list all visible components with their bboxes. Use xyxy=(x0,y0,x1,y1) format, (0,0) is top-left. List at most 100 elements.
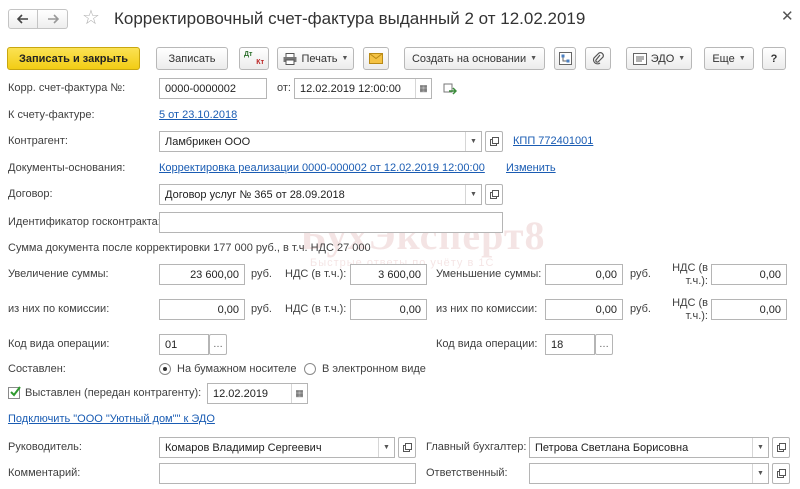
op-code-right-select-button[interactable]: … xyxy=(595,334,613,355)
change-link[interactable]: Изменить xyxy=(506,162,556,174)
commission-right-vat-label: НДС (в т.ч.): xyxy=(663,297,708,323)
arrow-pick-icon[interactable] xyxy=(443,83,457,95)
commission-vat-field[interactable]: 0,00 xyxy=(350,299,427,320)
decrease-vat-field[interactable]: 0,00 xyxy=(711,264,787,285)
structure-button[interactable] xyxy=(554,47,576,70)
commission-right-vat-field[interactable]: 0,00 xyxy=(711,299,787,320)
radio-paper[interactable] xyxy=(159,363,171,375)
kpp-link[interactable]: КПП 772401001 xyxy=(513,135,593,147)
save-and-close-button[interactable]: Записать и закрыть xyxy=(7,47,140,70)
commission-right-value-field[interactable]: 0,00 xyxy=(545,299,623,320)
increase-vat-field[interactable]: 3 600,00 xyxy=(350,264,427,285)
chief-accountant-label: Главный бухгалтер: xyxy=(426,441,527,453)
contractor-dropdown-icon[interactable]: ▼ xyxy=(465,132,481,151)
to-invoice-label: К счету-фактуре: xyxy=(8,109,95,121)
edo-icon xyxy=(632,52,647,65)
decrease-vat-label-line2: т.ч.): xyxy=(685,275,708,287)
contract-dropdown-icon[interactable]: ▼ xyxy=(465,185,481,204)
create-based-label: Создать на основании xyxy=(411,52,527,65)
open-form-icon xyxy=(402,443,412,452)
gov-contract-field[interactable] xyxy=(159,212,503,233)
op-code-right-field[interactable]: 18 xyxy=(545,334,595,355)
email-button[interactable] xyxy=(363,47,389,70)
director-field[interactable]: Комаров Владимир Сергеевич ▼ xyxy=(159,437,395,458)
contractor-open-button[interactable] xyxy=(485,131,503,152)
radio-paper-label: На бумажном носителе xyxy=(177,363,297,375)
radio-electronic-label: В электронном виде xyxy=(322,363,426,375)
base-docs-label: Документы-основания: xyxy=(8,162,126,174)
connect-edo-link[interactable]: Подключить "ООО "Уютный дом"" к ЭДО xyxy=(8,413,215,425)
save-button[interactable]: Записать xyxy=(156,47,228,70)
decrease-value-field[interactable]: 0,00 xyxy=(545,264,623,285)
gov-contract-label: Идентификатор госконтракта: xyxy=(8,216,161,228)
issued-checkbox[interactable] xyxy=(8,386,21,399)
director-dropdown-icon[interactable]: ▼ xyxy=(378,438,394,457)
forward-button[interactable] xyxy=(38,9,68,29)
chief-accountant-field[interactable]: Петрова Светлана Борисовна ▼ xyxy=(529,437,769,458)
favorite-star-icon[interactable]: ☆ xyxy=(82,7,100,29)
comment-field[interactable] xyxy=(159,463,416,484)
more-button[interactable]: Еще ▼ xyxy=(704,47,754,70)
commission-vat-label: НДС (в т.ч.): xyxy=(285,303,347,315)
chief-accountant-value: Петрова Светлана Борисовна xyxy=(535,441,689,454)
comment-label: Комментарий: xyxy=(8,467,81,479)
issued-calendar-icon[interactable]: ▦ xyxy=(291,384,307,403)
contract-field[interactable]: Договор услуг № 365 от 28.09.2018 ▼ xyxy=(159,184,482,205)
edo-button[interactable]: ЭДО ▼ xyxy=(626,47,692,70)
op-code-field[interactable]: 01 xyxy=(159,334,209,355)
chief-accountant-open-button[interactable] xyxy=(772,437,790,458)
responsible-label: Ответственный: xyxy=(426,467,508,479)
contract-label: Договор: xyxy=(8,188,53,200)
close-icon[interactable]: ✕ xyxy=(781,7,794,25)
responsible-open-button[interactable] xyxy=(772,463,790,484)
checkmark-icon xyxy=(10,386,21,397)
create-based-on-button[interactable]: Создать на основании ▼ xyxy=(404,47,545,70)
print-button[interactable]: Печать ▼ xyxy=(277,47,354,70)
calendar-icon[interactable]: ▦ xyxy=(415,79,431,98)
decrease-unit: руб. xyxy=(630,268,651,280)
date-from-field[interactable]: 12.02.2019 12:00:00 ▦ xyxy=(294,78,432,99)
printer-icon xyxy=(283,52,296,65)
director-label: Руководитель: xyxy=(8,441,82,453)
arrow-right-icon xyxy=(47,14,59,24)
open-form-icon xyxy=(776,443,786,452)
chief-accountant-dropdown-icon[interactable]: ▼ xyxy=(752,438,768,457)
corr-invoice-label: Корр. счет-фактура №: xyxy=(8,82,126,94)
sum-after-correction-text: Сумма документа после корректировки 177 … xyxy=(8,242,371,254)
issued-date-field[interactable]: 12.02.2019 ▦ xyxy=(207,383,308,404)
help-button[interactable]: ? xyxy=(762,47,786,70)
decrease-vat-label-line1: НДС (в xyxy=(672,262,708,274)
issued-label: Выставлен (передан контрагенту): xyxy=(25,387,202,399)
decrease-label: Уменьшение суммы: xyxy=(436,268,542,280)
contractor-field[interactable]: Ламбрикен ООО ▼ xyxy=(159,131,482,152)
contract-open-button[interactable] xyxy=(485,184,503,205)
date-from-value: 12.02.2019 12:00:00 xyxy=(300,82,401,95)
arrow-left-icon xyxy=(17,14,28,24)
window-title: Корректировочный счет-фактура выданный 2… xyxy=(114,9,586,28)
radio-electronic[interactable] xyxy=(304,363,316,375)
corr-invoice-number-field[interactable]: 0000-0000002 xyxy=(159,78,267,99)
commission-value-field[interactable]: 0,00 xyxy=(159,299,245,320)
responsible-field[interactable]: ▼ xyxy=(529,463,769,484)
increase-vat-label: НДС (в т.ч.): xyxy=(285,268,347,280)
base-docs-link[interactable]: Корректировка реализации 0000-000002 от … xyxy=(159,162,485,174)
commission-label: из них по комиссии: xyxy=(8,303,110,315)
composed-label: Составлен: xyxy=(8,363,66,375)
decrease-vat-label: НДС (в т.ч.): xyxy=(663,262,708,288)
contractor-label: Контрагент: xyxy=(8,135,68,147)
kt-label: Кт xyxy=(256,58,264,66)
dt-kt-button[interactable]: Дт Кт xyxy=(239,47,269,70)
op-code-select-button[interactable]: … xyxy=(209,334,227,355)
to-invoice-link[interactable]: 5 от 23.10.2018 xyxy=(159,109,237,121)
commission-right-unit: руб. xyxy=(630,303,651,315)
back-button[interactable] xyxy=(8,9,38,29)
open-form-icon xyxy=(489,137,499,146)
more-label: Еще xyxy=(712,52,735,65)
responsible-dropdown-icon[interactable]: ▼ xyxy=(752,464,768,483)
director-open-button[interactable] xyxy=(398,437,416,458)
attach-button[interactable] xyxy=(585,47,611,70)
open-form-icon xyxy=(489,190,499,199)
contractor-value: Ламбрикен ООО xyxy=(165,135,251,148)
increase-value-field[interactable]: 23 600,00 xyxy=(159,264,245,285)
commission-unit: руб. xyxy=(251,303,272,315)
